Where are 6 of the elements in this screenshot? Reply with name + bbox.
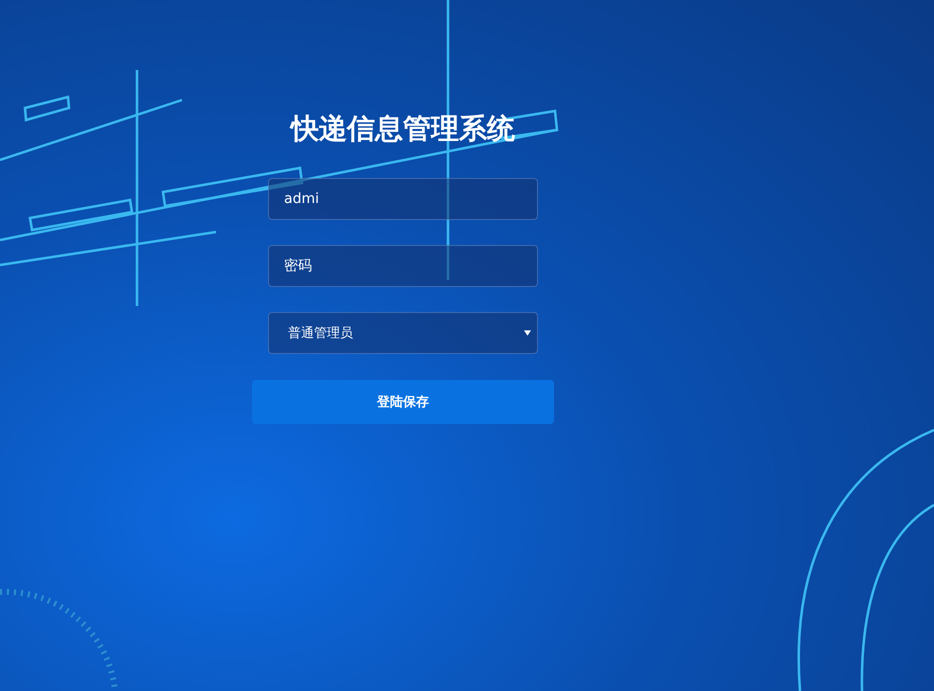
role-select[interactable]: 普通管理员 — [268, 312, 538, 354]
caret-icon — [524, 330, 531, 336]
password-field[interactable]: 密码 — [268, 245, 538, 287]
app-title: 快递信息管理系统 — [291, 111, 515, 147]
login-button[interactable]: 登陆保存 — [252, 380, 554, 424]
username-field[interactable]: admi — [268, 178, 538, 220]
